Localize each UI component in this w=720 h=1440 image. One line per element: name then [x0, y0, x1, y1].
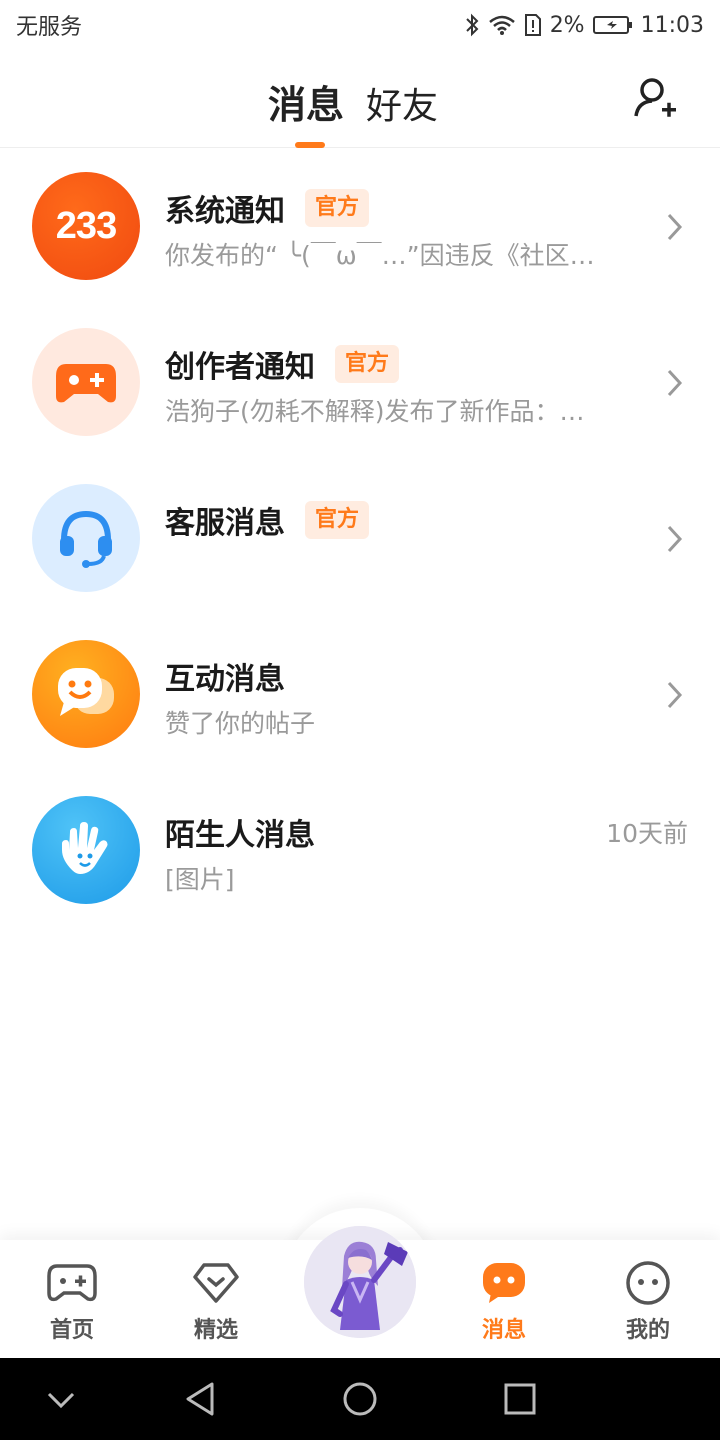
message-icon: [479, 1260, 529, 1306]
tab-bar: 消息 好友: [268, 74, 438, 129]
nav-me[interactable]: 我的: [576, 1240, 720, 1358]
row-title-text: 系统通知: [165, 194, 285, 229]
row-title: 客服消息 官方: [165, 498, 370, 542]
nav-home[interactable]: 首页: [0, 1240, 144, 1358]
timestamp: 10天前: [606, 819, 688, 848]
header: 消息 好友: [0, 50, 720, 148]
heart-icon: [191, 1260, 241, 1306]
tab-indicator: [295, 142, 325, 148]
list-item-creator-notice[interactable]: 创作者通知 官方 浩狗子(勿耗不解释)发布了新作品：…: [0, 306, 720, 462]
nav-label: 首页: [49, 1318, 94, 1343]
row-preview: [图片]: [165, 865, 235, 894]
list-item-system-notice[interactable]: 233 系统通知 官方 你发布的“ ╰(￣ω￣…”因违反《社区…: [0, 150, 720, 306]
official-badge: 官方: [305, 189, 370, 227]
back-icon[interactable]: [180, 1378, 222, 1420]
wifi-icon: [488, 14, 516, 36]
chevron-right-icon: [667, 213, 683, 241]
brand-233-icon: 233: [32, 172, 140, 280]
tab-messages[interactable]: 消息: [268, 74, 344, 129]
chevron-down-icon[interactable]: [40, 1378, 82, 1420]
row-title: 创作者通知 官方: [165, 342, 400, 386]
headset-icon: [32, 484, 140, 592]
official-badge: 官方: [335, 345, 400, 383]
recents-icon[interactable]: [499, 1378, 541, 1420]
chevron-right-icon: [667, 369, 683, 397]
add-user-icon[interactable]: [632, 74, 680, 122]
chat-bubble-icon: [32, 640, 140, 748]
home-icon[interactable]: [339, 1378, 381, 1420]
row-title-text: 互动消息: [165, 662, 285, 697]
row-title-text: 创作者通知: [165, 350, 315, 385]
carrier-label: 无服务: [16, 15, 83, 40]
status-bar: 无服务 2% 11:03: [0, 0, 720, 50]
row-title: 互动消息: [165, 654, 285, 698]
hand-icon: [32, 796, 140, 904]
row-preview: 你发布的“ ╰(￣ω￣…”因违反《社区…: [165, 241, 595, 270]
nav-messages[interactable]: 消息: [432, 1240, 576, 1358]
message-list: 233 系统通知 官方 你发布的“ ╰(￣ω￣…”因违反《社区… 创作者通知 官…: [0, 150, 720, 930]
nav-label: 消息: [481, 1318, 526, 1343]
battery-icon: [592, 14, 633, 36]
row-title-text: 客服消息: [165, 506, 285, 541]
battery-percent: 2%: [549, 12, 585, 38]
tab-friends[interactable]: 好友: [366, 77, 438, 129]
gamepad-icon: [47, 1260, 97, 1306]
face-icon: [623, 1260, 673, 1306]
official-badge: 官方: [305, 501, 370, 539]
row-title: 陌生人消息: [165, 810, 315, 854]
brand-233-text: 233: [55, 204, 117, 247]
system-nav-bar: [0, 1358, 720, 1440]
chevron-right-icon: [667, 681, 683, 709]
chevron-right-icon: [667, 525, 683, 553]
nav-label: 我的: [625, 1318, 670, 1343]
nav-featured[interactable]: 精选: [144, 1240, 288, 1358]
character-avatar[interactable]: [304, 1226, 416, 1338]
row-title-text: 陌生人消息: [165, 818, 315, 853]
clock: 11:03: [640, 12, 704, 38]
row-preview: 浩狗子(勿耗不解释)发布了新作品：…: [165, 397, 585, 426]
row-preview: 赞了你的帖子: [165, 709, 316, 738]
nav-label: 精选: [193, 1318, 238, 1343]
list-item-customer-service[interactable]: 客服消息 官方: [0, 462, 720, 618]
list-item-strangers[interactable]: 陌生人消息 [图片] 10天前: [0, 774, 720, 930]
gamepad-icon: [32, 328, 140, 436]
row-title: 系统通知 官方: [165, 186, 370, 230]
status-icons: 2% 11:03: [464, 13, 704, 38]
bluetooth-icon: [464, 13, 480, 37]
sim-alert-icon: [524, 13, 542, 37]
list-item-interactions[interactable]: 互动消息 赞了你的帖子: [0, 618, 720, 774]
